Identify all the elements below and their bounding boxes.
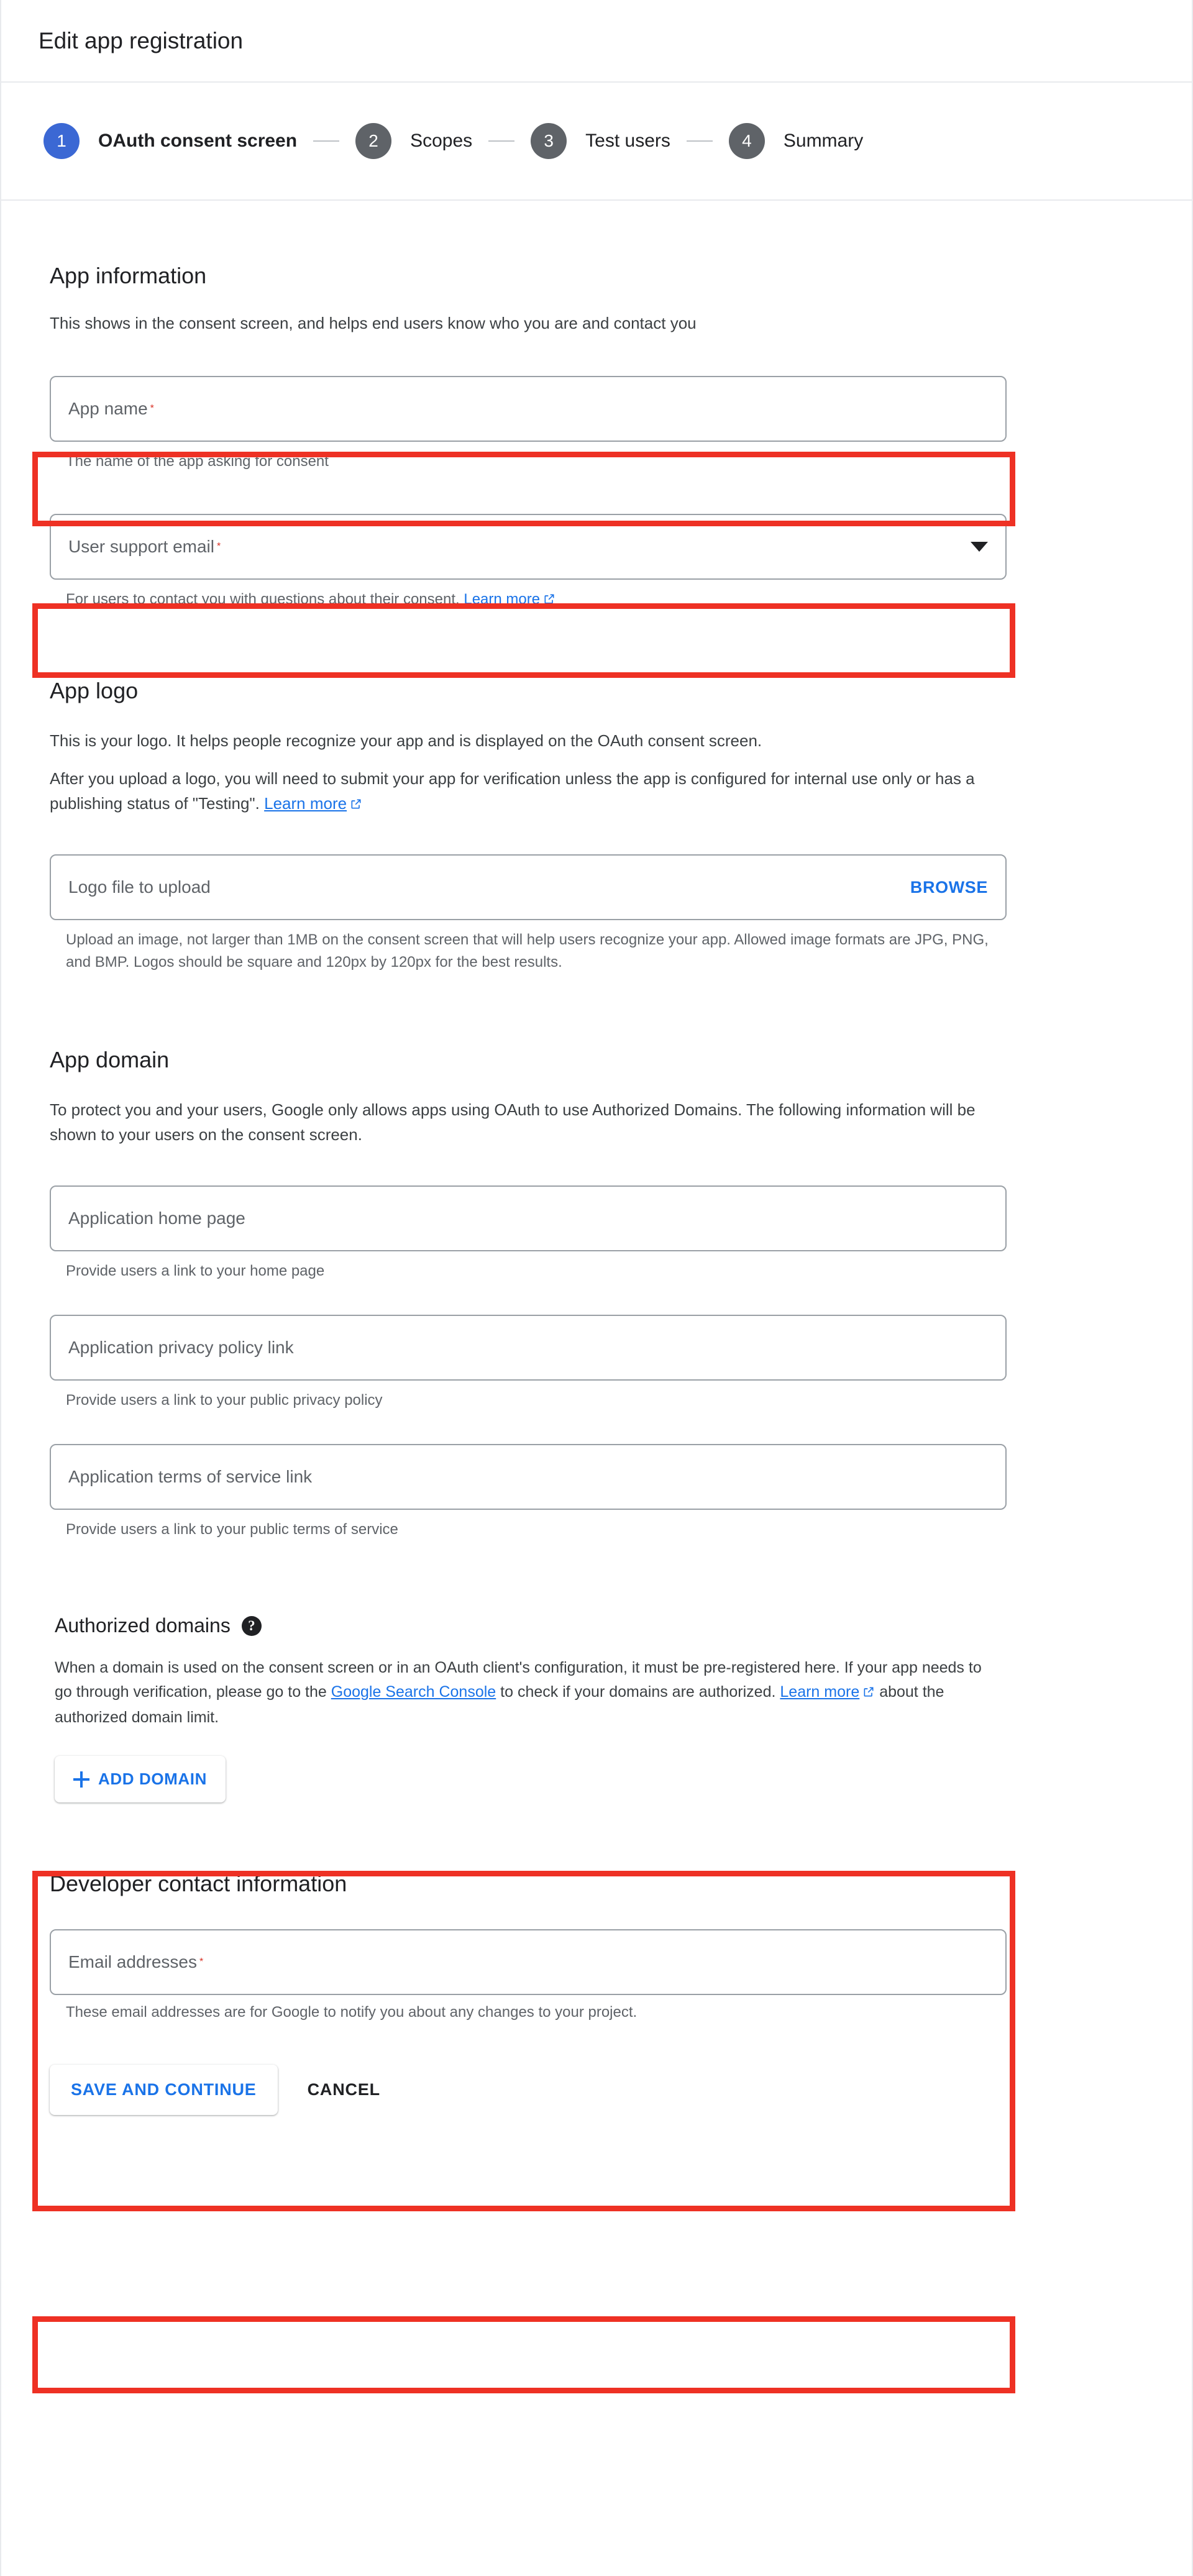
plus-icon xyxy=(73,1771,89,1788)
user-support-email-select[interactable]: User support email * xyxy=(50,513,1007,580)
email-addresses-input[interactable]: Email addresses * xyxy=(50,1929,1007,1996)
step-oauth-consent-screen[interactable]: 1 OAuth consent screen xyxy=(43,123,297,159)
app-logo-heading: App logo xyxy=(50,677,139,703)
form-content: App information This shows in the consen… xyxy=(1,263,1192,2190)
browse-button[interactable]: BROWSE xyxy=(910,878,988,897)
app-information-description: This shows in the consent screen, and he… xyxy=(50,314,697,332)
user-support-email-label: User support email xyxy=(68,536,214,556)
authorized-domains-title-row: Authorized domains ? xyxy=(55,1614,995,1637)
application-privacy-policy-helper: Provide users a link to your public priv… xyxy=(66,1392,383,1409)
logo-file-upload-input[interactable]: Logo file to upload BROWSE xyxy=(50,854,1007,921)
app-logo-description-1: This is your logo. It helps people recog… xyxy=(50,731,762,750)
email-addresses-required-marker: * xyxy=(199,1957,204,1968)
step-3-label: Test users xyxy=(585,130,670,151)
app-name-label: App name xyxy=(68,398,148,418)
app-domain-heading: App domain xyxy=(50,1047,170,1073)
step-scopes[interactable]: 2 Scopes xyxy=(355,123,472,159)
application-privacy-policy-input[interactable]: Application privacy policy link xyxy=(50,1315,1007,1381)
form-actions: SAVE AND CONTINUE CANCEL xyxy=(50,2065,1154,2116)
step-separator-2 xyxy=(488,140,515,142)
developer-contact-heading: Developer contact information xyxy=(50,1871,347,1897)
wizard-stepper: 1 OAuth consent screen 2 Scopes 3 Test u… xyxy=(1,83,1192,201)
application-terms-of-service-helper: Provide users a link to your public term… xyxy=(66,1521,398,1538)
application-home-page-helper: Provide users a link to your home page xyxy=(66,1263,325,1280)
authorized-domains-description: When a domain is used on the consent scr… xyxy=(55,1656,995,1730)
page-title: Edit app registration xyxy=(39,27,244,53)
email-addresses-helper: These email addresses are for Google to … xyxy=(66,2004,638,2021)
save-and-continue-button[interactable]: SAVE AND CONTINUE xyxy=(50,2065,278,2116)
application-terms-of-service-input[interactable]: Application terms of service link xyxy=(50,1444,1007,1510)
step-separator-3 xyxy=(686,140,713,142)
step-4-label: Summary xyxy=(783,130,864,151)
step-2-label: Scopes xyxy=(410,130,473,151)
email-addresses-highlight-box xyxy=(32,2316,1015,2393)
application-home-page-label: Application home page xyxy=(68,1208,245,1228)
logo-file-helper: Upload an image, not larger than 1MB on … xyxy=(66,931,989,971)
step-3-badge: 3 xyxy=(531,123,567,159)
user-support-email-helper: For users to contact you with questions … xyxy=(66,588,998,612)
app-name-input[interactable]: App name * xyxy=(50,375,1007,442)
google-search-console-link[interactable]: Google Search Console xyxy=(331,1683,496,1701)
app-logo-description-2-text: After you upload a logo, you will need t… xyxy=(50,769,975,813)
cancel-button[interactable]: CANCEL xyxy=(300,2065,388,2115)
app-name-required-marker: * xyxy=(150,403,154,414)
step-2-badge: 2 xyxy=(355,123,392,159)
help-icon[interactable]: ? xyxy=(241,1615,262,1636)
user-support-email-required-marker: * xyxy=(216,541,221,552)
user-support-email-helper-text: For users to contact you with questions … xyxy=(66,590,464,608)
external-link-icon xyxy=(543,590,555,612)
authorized-domains-description-part-2: to check if your domains are authorized. xyxy=(496,1683,780,1701)
application-terms-of-service-label: Application terms of service link xyxy=(68,1467,313,1487)
step-separator-1 xyxy=(313,140,340,142)
step-test-users[interactable]: 3 Test users xyxy=(531,123,670,159)
application-privacy-policy-label: Application privacy policy link xyxy=(68,1338,294,1358)
authorized-domains-title: Authorized domains xyxy=(55,1614,231,1637)
app-information-heading: App information xyxy=(50,263,207,288)
app-logo-learn-more-link[interactable]: Learn more xyxy=(264,794,347,813)
app-name-helper: The name of the app asking for consent xyxy=(66,452,329,470)
application-home-page-input[interactable]: Application home page xyxy=(50,1185,1007,1252)
user-support-email-learn-more-link[interactable]: Learn more xyxy=(464,591,540,608)
add-domain-button[interactable]: ADD DOMAIN xyxy=(55,1756,226,1803)
edit-app-registration-page: Edit app registration 1 OAuth consent sc… xyxy=(0,0,1193,2576)
external-link-icon xyxy=(862,1681,875,1706)
authorized-domains-panel: Authorized domains ? When a domain is us… xyxy=(34,1593,1017,1825)
authorized-domains-learn-more-link[interactable]: Learn more xyxy=(780,1683,859,1701)
email-addresses-label: Email addresses xyxy=(68,1952,197,1972)
step-1-label: OAuth consent screen xyxy=(98,130,298,151)
external-link-icon xyxy=(350,793,362,818)
step-4-badge: 4 xyxy=(728,123,765,159)
logo-file-label: Logo file to upload xyxy=(68,877,211,897)
add-domain-label: ADD DOMAIN xyxy=(98,1770,207,1789)
page-header: Edit app registration xyxy=(1,0,1192,83)
chevron-down-icon[interactable] xyxy=(971,541,988,552)
app-domain-description: To protect you and your users, Google on… xyxy=(50,1100,976,1144)
step-1-badge: 1 xyxy=(43,123,80,159)
step-summary[interactable]: 4 Summary xyxy=(728,123,864,159)
app-logo-description-2: After you upload a logo, you will need t… xyxy=(50,767,1000,817)
